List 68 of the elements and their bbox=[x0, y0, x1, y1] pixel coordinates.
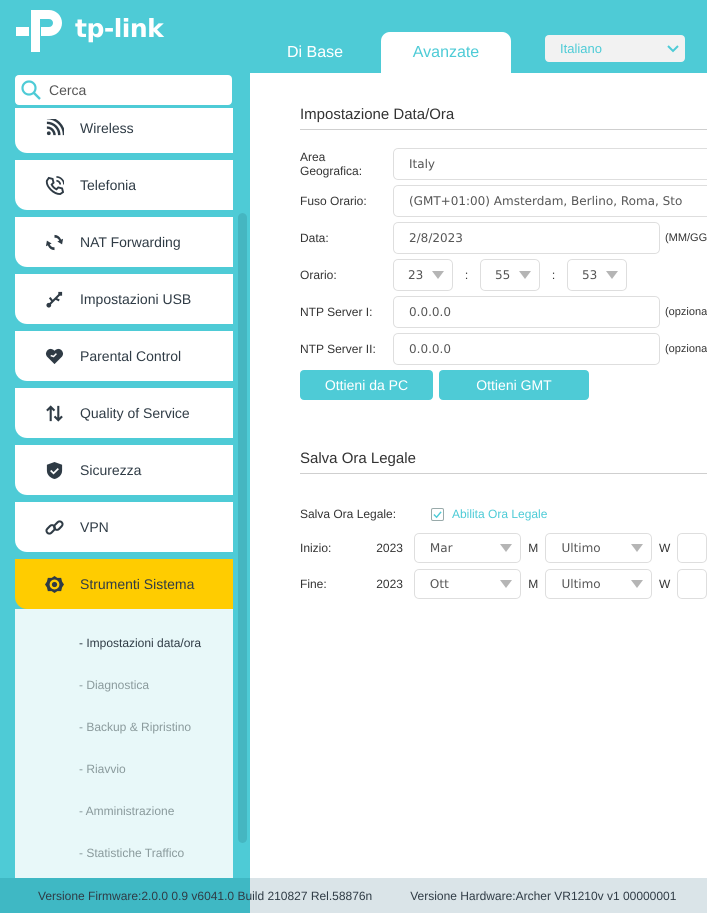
field-label: NTP Server I: bbox=[300, 305, 374, 319]
logo-text: tp-link bbox=[75, 14, 164, 42]
sidebar-item[interactable]: VPN bbox=[15, 502, 233, 552]
time-select[interactable]: 53 bbox=[567, 259, 627, 291]
field-label: Area Geografica: bbox=[300, 150, 364, 178]
caret-icon bbox=[631, 544, 644, 552]
field-label: NTP Server II: bbox=[300, 342, 377, 356]
section-title: Salva Ora Legale bbox=[300, 450, 707, 474]
wifi-icon bbox=[45, 118, 64, 138]
field-label: Data: bbox=[300, 231, 330, 245]
unit-label: M bbox=[527, 577, 540, 591]
year-text: 2023 bbox=[376, 577, 404, 591]
format-hint: (MM/GG bbox=[665, 232, 707, 244]
phone-icon bbox=[45, 176, 64, 194]
sidebar-item[interactable]: Quality of Service bbox=[15, 388, 233, 438]
field-label: Orario: bbox=[300, 268, 338, 282]
format-hint: (opziona bbox=[665, 343, 707, 355]
section-title: Impostazione Data/Ora bbox=[300, 106, 707, 130]
link-icon bbox=[45, 518, 64, 536]
sidebar-item[interactable]: Impostazioni USB bbox=[15, 274, 233, 324]
time-separator: : bbox=[464, 268, 470, 282]
usb-icon bbox=[45, 290, 64, 308]
sidebar-item[interactable]: Strumenti Sistema bbox=[15, 559, 233, 609]
sidebar-item[interactable]: Sicurezza bbox=[15, 445, 233, 495]
select-field[interactable]: Italy bbox=[393, 148, 707, 180]
time-select[interactable]: 55 bbox=[480, 259, 540, 291]
month-select[interactable]: Mar bbox=[414, 533, 521, 563]
submenu-link[interactable]: - Impostazioni data/ora bbox=[79, 636, 202, 650]
checkmark-icon bbox=[433, 510, 442, 518]
caret-icon bbox=[631, 580, 644, 588]
sidebar-item[interactable]: Parental Control bbox=[15, 331, 233, 381]
field-label: Fuso Orario: bbox=[300, 194, 368, 208]
chevron-down-icon bbox=[667, 44, 679, 52]
sidebar-item[interactable]: NAT Forwarding bbox=[15, 217, 233, 267]
time-select[interactable]: 23 bbox=[393, 259, 453, 291]
heart-icon bbox=[45, 346, 64, 366]
up-down-arrows-icon bbox=[45, 404, 64, 422]
input-field[interactable]: 2/8/2023 bbox=[393, 222, 660, 254]
shield-icon bbox=[45, 460, 64, 480]
field-label: Salva Ora Legale: bbox=[300, 507, 398, 521]
select-field[interactable] bbox=[676, 533, 707, 563]
search-field[interactable]: Cerca bbox=[15, 75, 232, 105]
unit-label: M bbox=[527, 541, 540, 555]
field-label: Fine: bbox=[300, 577, 328, 591]
unit-label: W bbox=[658, 541, 672, 555]
week-select[interactable]: Ultimo bbox=[545, 569, 652, 599]
select-field[interactable] bbox=[676, 569, 707, 599]
gear-icon bbox=[45, 574, 64, 594]
field-label: Inizio: bbox=[300, 541, 332, 555]
caret-icon bbox=[606, 271, 618, 279]
caret-icon bbox=[432, 271, 444, 279]
time-separator: : bbox=[550, 268, 556, 282]
year-text: 2023 bbox=[376, 541, 404, 555]
input-field[interactable]: 0.0.0.0 bbox=[393, 333, 660, 365]
refresh-icon bbox=[45, 232, 64, 252]
caret-icon bbox=[500, 544, 512, 552]
sidebar-item[interactable]: Wireless bbox=[15, 108, 233, 153]
week-select[interactable]: Ultimo bbox=[545, 533, 652, 563]
hardware-version: Versione Hardware:Archer VR1210v v1 00000001 bbox=[410, 888, 676, 902]
month-select[interactable]: Ott bbox=[414, 569, 521, 599]
search-icon bbox=[21, 80, 41, 100]
caret-icon bbox=[500, 580, 512, 588]
select-field[interactable]: (GMT+01:00) Amsterdam, Berlino, Roma, Sto bbox=[393, 185, 707, 217]
format-hint: (opziona bbox=[665, 306, 707, 318]
unit-label: W bbox=[658, 577, 672, 591]
sidebar-item[interactable]: Telefonia bbox=[15, 160, 233, 210]
input-field[interactable]: 0.0.0.0 bbox=[393, 296, 660, 328]
caret-icon bbox=[519, 271, 531, 279]
